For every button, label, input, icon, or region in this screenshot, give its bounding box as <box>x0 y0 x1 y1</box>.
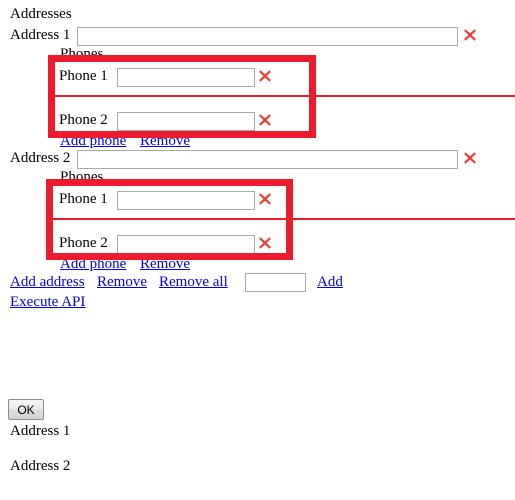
address-2-phone-2-input[interactable] <box>117 235 255 254</box>
address-2-phone-1-delete-red-x-icon[interactable] <box>258 192 272 206</box>
address-2-phone-2-delete-red-x-icon[interactable] <box>258 236 272 250</box>
address-2-remove-phone-link[interactable]: Remove <box>140 256 190 272</box>
address-1-phones-heading: Phones <box>60 46 104 62</box>
address-1-input[interactable] <box>77 27 458 46</box>
phone-separator-rule-1 <box>55 95 515 97</box>
phone-separator-rule-2 <box>53 218 515 220</box>
remove-address-link[interactable]: Remove <box>97 274 147 290</box>
address-2-phone-1-input[interactable] <box>117 191 255 210</box>
address-1-phone-2-input[interactable] <box>117 112 255 131</box>
address-1-phone-2-label: Phone 2 <box>59 112 108 128</box>
address-1-phone-2-delete-red-x-icon[interactable] <box>258 113 272 127</box>
addresses-heading: Addresses <box>10 6 72 22</box>
address-2-phones-heading: Phones <box>60 169 104 185</box>
result-line-1: Address 1 <box>10 423 71 439</box>
address-2-delete-red-x-icon[interactable] <box>463 151 477 165</box>
ok-button[interactable]: OK <box>8 399 44 420</box>
result-line-2: Address 2 <box>10 458 71 474</box>
address-count-input[interactable] <box>245 273 306 292</box>
add-count-link[interactable]: Add <box>317 274 343 290</box>
address-1-label: Address 1 <box>10 27 71 43</box>
address-1-phone-1-input[interactable] <box>117 68 255 87</box>
execute-api-link[interactable]: Execute API <box>10 294 85 310</box>
address-2-label: Address 2 <box>10 150 71 166</box>
add-address-link[interactable]: Add address <box>10 274 85 290</box>
address-1-add-phone-link[interactable]: Add phone <box>60 133 126 149</box>
page-root: Addresses Address 1 Phones Phone 1 Phone… <box>0 0 515 500</box>
address-2-input[interactable] <box>77 150 458 169</box>
address-2-phone-1-label: Phone 1 <box>59 191 108 207</box>
address-2-add-phone-link[interactable]: Add phone <box>60 256 126 272</box>
address-1-remove-phone-link[interactable]: Remove <box>140 133 190 149</box>
address-1-phone-1-delete-red-x-icon[interactable] <box>258 69 272 83</box>
address-2-phone-2-label: Phone 2 <box>59 235 108 251</box>
address-1-delete-red-x-icon[interactable] <box>463 28 477 42</box>
remove-all-addresses-link[interactable]: Remove all <box>159 274 228 290</box>
address-1-phone-1-label: Phone 1 <box>59 68 108 84</box>
